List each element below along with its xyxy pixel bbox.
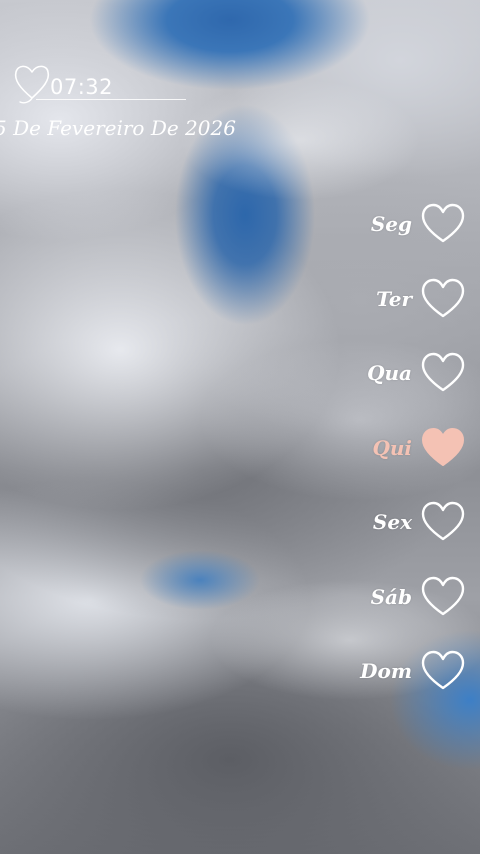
- heart-outline-icon[interactable]: [420, 501, 466, 543]
- weekday-label: Ter: [376, 286, 412, 311]
- heart-outline-icon[interactable]: [420, 576, 466, 618]
- heart-outline-icon[interactable]: [420, 650, 466, 692]
- heart-outline-icon[interactable]: [420, 352, 466, 394]
- weekday-label: Qua: [367, 361, 412, 385]
- weekday-label: Seg: [370, 212, 412, 236]
- weekday-row-ter[interactable]: Ter: [326, 277, 466, 321]
- weekday-checklist: Seg Ter Qua Qui Sex Sáb Dom: [326, 202, 466, 724]
- weekday-label: Qui: [372, 435, 412, 460]
- weekday-row-sab[interactable]: Sáb: [326, 575, 466, 619]
- heart-filled-icon[interactable]: [420, 427, 466, 469]
- wallpaper-screen: 07:32 5 De Fevereiro De 2026 Seg Ter Qua…: [0, 0, 480, 854]
- weekday-row-qui[interactable]: Qui: [326, 426, 466, 470]
- heart-outline-icon[interactable]: [420, 278, 466, 320]
- weekday-label: Dom: [360, 659, 412, 683]
- weekday-row-sex[interactable]: Sex: [326, 500, 466, 544]
- clock-divider: [36, 99, 186, 100]
- heart-outline-icon[interactable]: [420, 203, 466, 245]
- clock-time: 07:32: [50, 75, 114, 99]
- weekday-label: Sáb: [370, 584, 412, 609]
- weekday-row-qua[interactable]: Qua: [326, 351, 466, 395]
- weekday-row-seg[interactable]: Seg: [326, 202, 466, 246]
- clock-date: 5 De Fevereiro De 2026: [0, 116, 236, 140]
- weekday-row-dom[interactable]: Dom: [326, 649, 466, 693]
- weekday-label: Sex: [372, 510, 412, 534]
